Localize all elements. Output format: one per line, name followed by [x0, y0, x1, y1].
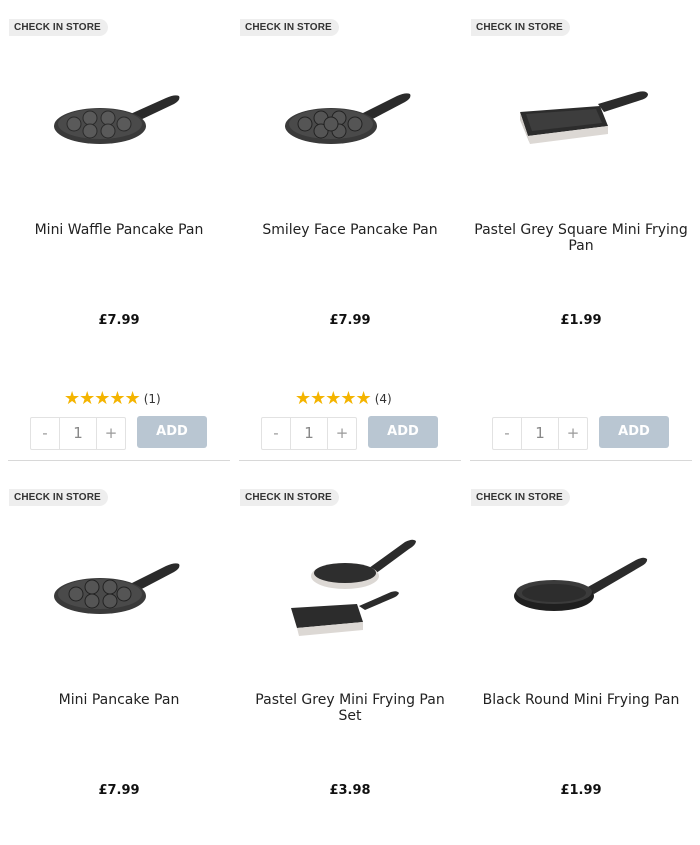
- quantity-stepper: - 1 +: [261, 417, 357, 450]
- quantity-input[interactable]: 1: [521, 418, 559, 449]
- add-to-basket-button[interactable]: ADD: [137, 416, 207, 448]
- increase-button[interactable]: +: [559, 418, 587, 449]
- product-price: £1.99: [560, 313, 602, 328]
- increase-button[interactable]: +: [328, 418, 356, 449]
- divider: [470, 460, 692, 461]
- check-in-store-badge: CHECK IN STORE: [471, 489, 570, 506]
- product-price: £7.99: [98, 783, 140, 798]
- product-price: £1.99: [560, 783, 602, 798]
- product-card[interactable]: CHECK IN STORE Smiley Face Pancake Pan £…: [239, 0, 461, 461]
- star-rating-icon: ★★★★★: [295, 388, 372, 409]
- product-card[interactable]: CHECK IN STORE Pastel Grey Mini Frying P…: [239, 470, 461, 845]
- square-pan-icon: [520, 91, 648, 144]
- product-rating[interactable]: ★★★★★ (4): [295, 389, 392, 409]
- quantity-stepper: - 1 +: [492, 417, 588, 450]
- product-price: £7.99: [98, 313, 140, 328]
- decrease-button[interactable]: -: [31, 418, 59, 449]
- star-rating-icon: ★★★★★: [64, 388, 141, 409]
- product-title[interactable]: Smiley Face Pancake Pan: [243, 222, 457, 238]
- quantity-stepper: - 1 +: [30, 417, 126, 450]
- divider: [239, 460, 461, 461]
- check-in-store-badge: CHECK IN STORE: [240, 19, 339, 36]
- mini-pancake-pan-icon: [54, 563, 180, 614]
- quantity-input[interactable]: 1: [59, 418, 97, 449]
- product-image[interactable]: [470, 530, 692, 640]
- decrease-button[interactable]: -: [262, 418, 290, 449]
- product-card[interactable]: CHECK IN STORE Pastel Grey Square Mini F…: [470, 0, 692, 461]
- review-count: (1): [143, 392, 161, 406]
- product-title[interactable]: Pastel Grey Mini Frying Pan Set: [243, 692, 457, 724]
- add-to-basket-button[interactable]: ADD: [599, 416, 669, 448]
- quantity-input[interactable]: 1: [290, 418, 328, 449]
- black-round-pan-icon: [514, 557, 648, 611]
- check-in-store-badge: CHECK IN STORE: [471, 19, 570, 36]
- product-card[interactable]: CHECK IN STORE Mini Waffle Pancake Pan £…: [8, 0, 230, 461]
- product-price: £3.98: [329, 783, 371, 798]
- product-title[interactable]: Mini Pancake Pan: [12, 692, 226, 708]
- decrease-button[interactable]: -: [493, 418, 521, 449]
- review-count: (4): [374, 392, 392, 406]
- check-in-store-badge: CHECK IN STORE: [9, 489, 108, 506]
- product-image[interactable]: [8, 530, 230, 640]
- check-in-store-badge: CHECK IN STORE: [240, 489, 339, 506]
- frying-pan-set-icon: [291, 539, 416, 636]
- product-price: £7.99: [329, 313, 371, 328]
- product-image[interactable]: [8, 60, 230, 170]
- product-title[interactable]: Black Round Mini Frying Pan: [474, 692, 688, 708]
- check-in-store-badge: CHECK IN STORE: [9, 19, 108, 36]
- add-to-basket-button[interactable]: ADD: [368, 416, 438, 448]
- product-card[interactable]: CHECK IN STORE Black Round Mini Frying P…: [470, 470, 692, 845]
- divider: [8, 460, 230, 461]
- product-card[interactable]: CHECK IN STORE Mini Pancake Pan £7.99: [8, 470, 230, 845]
- increase-button[interactable]: +: [97, 418, 125, 449]
- product-image[interactable]: [239, 530, 461, 640]
- product-image[interactable]: [239, 60, 461, 170]
- smiley-pan-icon: [285, 93, 411, 144]
- product-title[interactable]: Pastel Grey Square Mini Frying Pan: [474, 222, 688, 254]
- product-image[interactable]: [470, 60, 692, 170]
- product-rating[interactable]: ★★★★★ (1): [64, 389, 161, 409]
- product-title[interactable]: Mini Waffle Pancake Pan: [12, 222, 226, 238]
- waffle-pan-icon: [54, 95, 180, 144]
